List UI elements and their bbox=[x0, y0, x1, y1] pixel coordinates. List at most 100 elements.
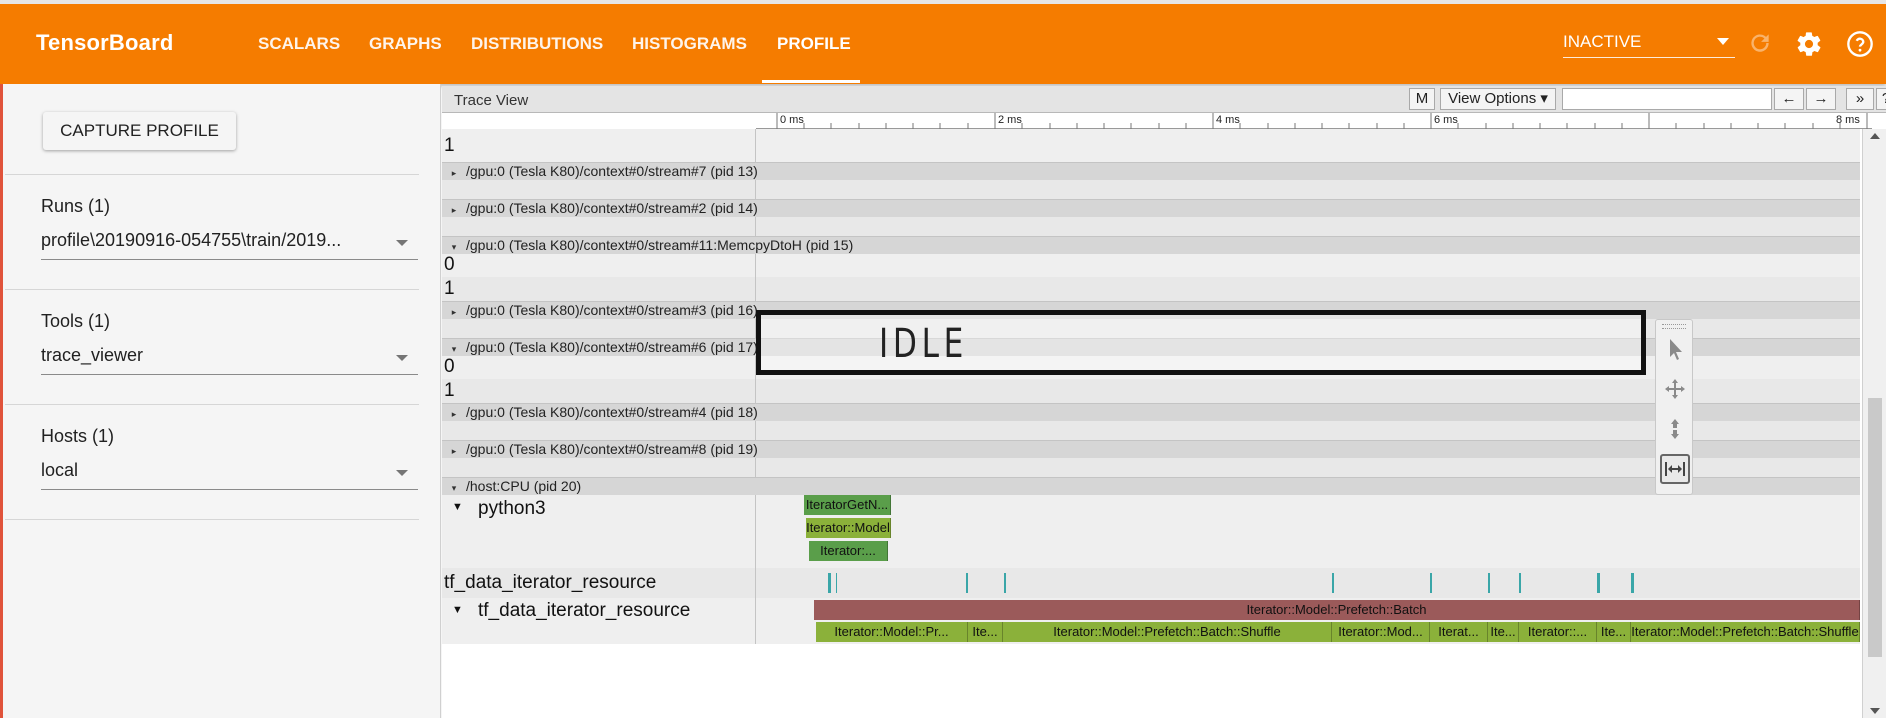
ruler-ticks bbox=[776, 113, 1868, 129]
tab-histograms[interactable]: HISTOGRAMS bbox=[632, 34, 747, 54]
runs-value: profile\20190916-054755\train/2019... bbox=[41, 230, 342, 250]
tab-scalars[interactable]: SCALARS bbox=[258, 34, 340, 54]
track-row bbox=[442, 421, 1860, 440]
track-row: 0 bbox=[442, 254, 1860, 277]
search-input[interactable] bbox=[1562, 88, 1772, 110]
idle-label: IDLE bbox=[879, 321, 969, 367]
divider bbox=[5, 289, 419, 290]
help-button[interactable]: ? bbox=[1876, 88, 1886, 110]
thread-label: tf_data_iterator_resource bbox=[478, 600, 691, 621]
reload-icon[interactable] bbox=[1747, 30, 1773, 61]
tick-label: 8 ms bbox=[1836, 114, 1860, 126]
tools-select[interactable]: trace_viewer bbox=[41, 345, 418, 375]
tools-value: trace_viewer bbox=[41, 345, 144, 365]
help-icon[interactable] bbox=[1846, 30, 1874, 63]
expand-button[interactable]: » bbox=[1846, 88, 1874, 110]
group-label: /gpu:0 (Tesla K80)/context#0/stream#3 (p… bbox=[466, 302, 758, 318]
trace-header: Trace View M View Options ▾ ← → » ? bbox=[442, 86, 1886, 113]
pan-tool-icon[interactable] bbox=[1660, 376, 1690, 406]
caret-down-icon[interactable]: ▼ bbox=[452, 604, 463, 616]
tick-label: 4 ms bbox=[1216, 114, 1240, 126]
row-label: 0 bbox=[444, 254, 455, 275]
trace-slice[interactable]: Ite... bbox=[968, 622, 1003, 642]
event-mark[interactable] bbox=[1004, 573, 1006, 593]
event-mark[interactable] bbox=[828, 573, 831, 593]
event-mark[interactable] bbox=[1488, 573, 1490, 593]
caret-down-icon[interactable]: ▼ bbox=[452, 501, 463, 513]
time-ruler: 0 ms 2 ms 4 ms 6 ms 8 ms bbox=[756, 113, 1872, 129]
timing-tool-icon[interactable] bbox=[1660, 454, 1690, 484]
event-mark[interactable] bbox=[1332, 573, 1334, 593]
prev-result-button[interactable]: ← bbox=[1774, 88, 1804, 110]
trace-slice[interactable]: Iterat... bbox=[1430, 622, 1488, 642]
run-state-select[interactable]: INACTIVE bbox=[1563, 32, 1735, 58]
next-result-button[interactable]: → bbox=[1806, 88, 1836, 110]
thread-label: tf_data_iterator_resource bbox=[444, 572, 657, 593]
event-mark[interactable] bbox=[966, 573, 968, 593]
scroll-up-icon[interactable] bbox=[1870, 133, 1880, 139]
thread-label: python3 bbox=[478, 498, 546, 519]
trace-slice[interactable]: Iterator:... bbox=[809, 541, 888, 561]
capture-profile-button[interactable]: CAPTURE PROFILE bbox=[43, 112, 236, 150]
trace-slice[interactable]: Iterator::Model bbox=[806, 518, 891, 538]
tick-label: 2 ms bbox=[998, 114, 1022, 126]
event-mark[interactable] bbox=[1430, 573, 1432, 593]
track-row bbox=[442, 458, 1860, 477]
track-row bbox=[442, 217, 1860, 236]
zoom-tool-icon[interactable] bbox=[1660, 416, 1690, 446]
metadata-button[interactable]: M bbox=[1409, 88, 1435, 110]
divider bbox=[5, 404, 419, 405]
trace-slice[interactable]: Iterator::Mod... bbox=[1332, 622, 1430, 642]
tab-distributions[interactable]: DISTRIBUTIONS bbox=[471, 34, 603, 54]
vertical-scrollbar[interactable] bbox=[1862, 129, 1886, 718]
tab-profile[interactable]: PROFILE bbox=[777, 34, 851, 54]
group-label: /gpu:0 (Tesla K80)/context#0/stream#7 (p… bbox=[466, 163, 758, 179]
gear-icon[interactable] bbox=[1795, 30, 1823, 63]
track-row: 1 bbox=[442, 277, 1860, 301]
trace-slice[interactable]: Iterator::Model::Pr... bbox=[816, 622, 968, 642]
selection-tool-icon[interactable] bbox=[1660, 336, 1690, 366]
track-area[interactable]: 1 ▸/gpu:0 (Tesla K80)/context#0/stream#7… bbox=[442, 129, 1862, 718]
scroll-thumb[interactable] bbox=[1868, 398, 1882, 657]
view-options-button[interactable]: View Options ▾ bbox=[1440, 88, 1556, 110]
thread-row-tf-data-iterator: tf_data_iterator_resource bbox=[442, 568, 1860, 598]
trace-slice[interactable]: Iterator::Model::Prefetch::Batch bbox=[814, 600, 1860, 620]
trace-slice[interactable]: Iterator::Model::Prefetch::Batch::Shuffl… bbox=[1631, 622, 1860, 642]
row-label: 1 bbox=[444, 380, 455, 401]
process-group-header[interactable]: ▾/host:CPU (pid 20) bbox=[442, 477, 1860, 495]
track-row: 1 bbox=[442, 379, 1860, 403]
divider bbox=[5, 519, 419, 520]
process-group-header[interactable]: ▸/gpu:0 (Tesla K80)/context#0/stream#8 (… bbox=[442, 440, 1860, 458]
event-mark[interactable] bbox=[836, 573, 837, 593]
process-group-header[interactable]: ▸/gpu:0 (Tesla K80)/context#0/stream#4 (… bbox=[442, 403, 1860, 421]
chevron-down-icon bbox=[396, 355, 408, 361]
event-mark[interactable] bbox=[1519, 573, 1521, 593]
group-label: /gpu:0 (Tesla K80)/context#0/stream#8 (p… bbox=[466, 441, 758, 457]
group-label: /gpu:0 (Tesla K80)/context#0/stream#2 (p… bbox=[466, 200, 758, 216]
drag-handle[interactable] bbox=[1662, 324, 1686, 329]
track-row: 1 bbox=[442, 129, 1860, 162]
process-group-header[interactable]: ▸/gpu:0 (Tesla K80)/context#0/stream#2 (… bbox=[442, 199, 1860, 217]
hosts-value: local bbox=[41, 460, 79, 480]
trace-slice[interactable]: Ite... bbox=[1488, 622, 1519, 642]
trace-slice[interactable]: IteratorGetN... bbox=[804, 495, 891, 515]
process-group-header[interactable]: ▾/gpu:0 (Tesla K80)/context#0/stream#11:… bbox=[442, 236, 1860, 254]
hosts-label: Hosts (1) bbox=[41, 426, 115, 446]
hosts-select[interactable]: local bbox=[41, 460, 418, 490]
scroll-down-icon[interactable] bbox=[1870, 708, 1880, 714]
trace-slice[interactable]: Iterator::... bbox=[1519, 622, 1597, 642]
track-row bbox=[442, 180, 1860, 199]
group-label: /host:CPU (pid 20) bbox=[466, 478, 582, 494]
runs-select[interactable]: profile\20190916-054755\train/2019... bbox=[41, 230, 418, 260]
sidebar: CAPTURE PROFILE Runs (1) profile\2019091… bbox=[0, 84, 441, 718]
process-group-header[interactable]: ▸/gpu:0 (Tesla K80)/context#0/stream#7 (… bbox=[442, 162, 1860, 180]
trace-slice[interactable]: Ite... bbox=[1597, 622, 1631, 642]
tab-graphs[interactable]: GRAPHS bbox=[369, 34, 442, 54]
trace-viewer: Trace View M View Options ▾ ← → » ? 0 ms… bbox=[442, 86, 1886, 718]
group-label: /gpu:0 (Tesla K80)/context#0/stream#11:M… bbox=[466, 237, 854, 253]
event-mark[interactable] bbox=[1631, 573, 1634, 593]
runs-label: Runs (1) bbox=[41, 196, 111, 216]
trace-title: Trace View bbox=[454, 92, 529, 109]
event-mark[interactable] bbox=[1597, 573, 1600, 593]
trace-slice[interactable]: Iterator::Model::Prefetch::Batch::Shuffl… bbox=[1003, 622, 1332, 642]
